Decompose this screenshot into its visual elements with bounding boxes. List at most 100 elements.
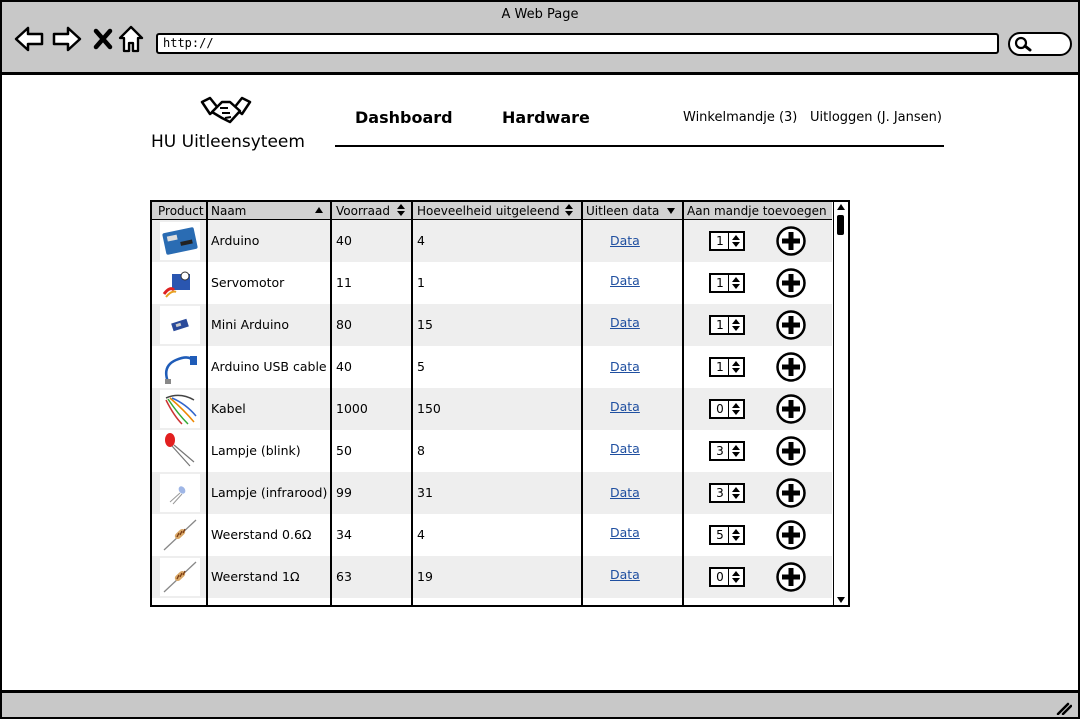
lent-value: 4 [417, 233, 425, 248]
stock-value: 11 [336, 275, 352, 290]
quantity-stepper[interactable]: 0 [709, 399, 745, 419]
quantity-value[interactable]: 3 [713, 485, 727, 502]
resistor-icon [160, 516, 200, 554]
column-header-product[interactable]: Product [155, 202, 207, 219]
quantity-value[interactable]: 1 [713, 359, 727, 376]
quantity-value[interactable]: 0 [713, 401, 727, 418]
column-header-name[interactable]: Naam [208, 202, 332, 219]
quantity-stepper[interactable]: 1 [709, 231, 745, 251]
table-scrollbar[interactable] [833, 202, 848, 605]
column-header-name-label: Naam [211, 204, 247, 218]
product-name: Arduino [211, 233, 260, 248]
loan-data-link[interactable]: Data [610, 315, 640, 330]
quantity-stepper[interactable]: 3 [709, 483, 745, 503]
resize-grip-icon[interactable] [1056, 701, 1072, 715]
nav-dashboard[interactable]: Dashboard [355, 108, 453, 127]
table-row: Lampje (blink) 50 8 Data 3 [152, 430, 832, 472]
loan-data-link[interactable]: Data [610, 567, 640, 582]
logout-link[interactable]: Uitloggen (J. Jansen) [810, 110, 942, 125]
loan-data-link[interactable]: Data [610, 273, 640, 288]
add-to-cart-button[interactable] [775, 393, 807, 429]
table-row: Mini Arduino 80 15 Data 1 [152, 304, 832, 346]
add-to-cart-button[interactable] [775, 519, 807, 555]
column-header-add[interactable]: Aan mandje toevoegen [684, 202, 832, 219]
scroll-thumb[interactable] [837, 215, 844, 235]
up-down-arrows-icon[interactable] [728, 527, 743, 543]
loan-data-link[interactable]: Data [610, 485, 640, 500]
quantity-value[interactable]: 1 [713, 233, 727, 250]
scroll-up-icon[interactable] [836, 203, 846, 211]
add-to-cart-button[interactable] [775, 561, 807, 597]
loan-data-link[interactable]: Data [610, 525, 640, 540]
lent-value: 31 [417, 485, 433, 500]
address-bar[interactable]: http:// [156, 33, 999, 54]
back-button[interactable] [14, 24, 44, 54]
add-to-cart-button[interactable] [775, 267, 807, 303]
product-name: Arduino USB cable [211, 359, 327, 374]
column-header-lent-label: Hoeveelheid uitgeleend [417, 204, 560, 218]
stock-value: 34 [336, 527, 352, 542]
stop-button[interactable] [88, 24, 118, 54]
jumper-wires-icon [160, 390, 200, 428]
plus-circle-icon [776, 520, 806, 550]
add-to-cart-button[interactable] [775, 225, 807, 261]
loan-data-link[interactable]: Data [610, 359, 640, 374]
product-name: Kabel [211, 401, 246, 416]
mini-arduino-icon [160, 306, 200, 344]
column-divider [682, 202, 684, 605]
plus-circle-icon [776, 562, 806, 592]
up-down-arrows-icon[interactable] [728, 443, 743, 459]
column-header-lent[interactable]: Hoeveelheid uitgeleend [414, 202, 582, 219]
search-icon [1014, 36, 1032, 52]
column-divider [581, 202, 583, 605]
column-divider [206, 202, 208, 605]
lent-value: 150 [417, 401, 441, 416]
cart-link[interactable]: Winkelmandje (3) [683, 110, 797, 125]
quantity-value[interactable]: 0 [713, 569, 727, 586]
header-divider [335, 145, 944, 147]
search-box[interactable] [1008, 32, 1072, 56]
up-down-arrows-icon[interactable] [728, 233, 743, 249]
column-header-dates[interactable]: Uitleen data [583, 202, 683, 219]
quantity-stepper[interactable]: 1 [709, 273, 745, 293]
loan-data-link[interactable]: Data [610, 399, 640, 414]
column-divider [411, 202, 413, 605]
plus-circle-icon [776, 352, 806, 382]
product-name: Weerstand 0.6Ω [211, 527, 312, 542]
quantity-stepper[interactable]: 1 [709, 315, 745, 335]
add-to-cart-button[interactable] [775, 351, 807, 387]
table-row: Weerstand 1Ω 63 19 Data 0 [152, 556, 832, 598]
forward-button[interactable] [52, 24, 82, 54]
lent-value: 5 [417, 359, 425, 374]
quantity-value[interactable]: 5 [713, 527, 727, 544]
lent-value: 19 [417, 569, 433, 584]
home-button[interactable] [116, 24, 146, 54]
add-to-cart-button[interactable] [775, 309, 807, 345]
back-arrow-icon [14, 26, 44, 52]
up-down-arrows-icon[interactable] [728, 569, 743, 585]
column-header-stock-label: Voorraad [336, 204, 390, 218]
loan-data-link[interactable]: Data [610, 441, 640, 456]
column-header-stock[interactable]: Voorraad [333, 202, 413, 219]
up-down-arrows-icon[interactable] [728, 485, 743, 501]
stock-value: 80 [336, 317, 352, 332]
up-down-arrows-icon[interactable] [728, 275, 743, 291]
up-down-arrows-icon[interactable] [728, 359, 743, 375]
quantity-stepper[interactable]: 3 [709, 441, 745, 461]
loan-data-link[interactable]: Data [610, 233, 640, 248]
quantity-value[interactable]: 1 [713, 275, 727, 292]
quantity-stepper[interactable]: 1 [709, 357, 745, 377]
up-down-arrows-icon[interactable] [728, 401, 743, 417]
stock-value: 50 [336, 443, 352, 458]
quantity-value[interactable]: 1 [713, 317, 727, 334]
quantity-value[interactable]: 3 [713, 443, 727, 460]
quantity-stepper[interactable]: 5 [709, 525, 745, 545]
nav-hardware[interactable]: Hardware [502, 108, 590, 127]
add-to-cart-button[interactable] [775, 477, 807, 513]
product-name: Lampje (blink) [211, 443, 301, 458]
table-row: Servomotor 11 1 Data 1 [152, 262, 832, 304]
add-to-cart-button[interactable] [775, 435, 807, 471]
quantity-stepper[interactable]: 0 [709, 567, 745, 587]
up-down-arrows-icon[interactable] [728, 317, 743, 333]
scroll-down-icon[interactable] [836, 596, 846, 604]
